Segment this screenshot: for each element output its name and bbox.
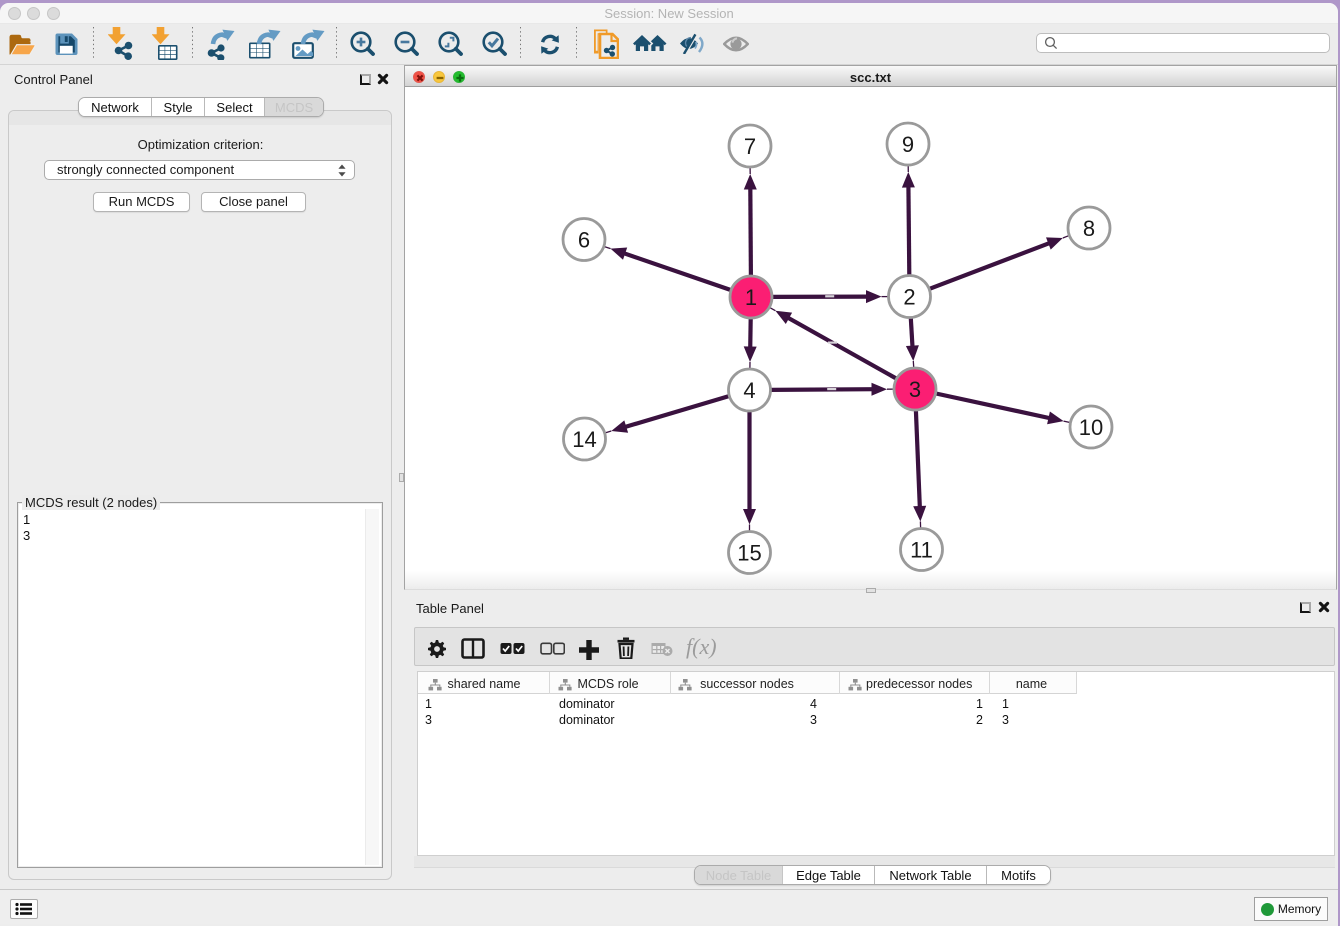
svg-text:4: 4 [743, 378, 755, 403]
svg-text:6: 6 [578, 228, 590, 253]
svg-text:15: 15 [737, 541, 761, 566]
svg-text:2: 2 [903, 285, 915, 310]
svg-text:7: 7 [744, 134, 756, 159]
svg-text:1: 1 [745, 285, 757, 310]
svg-text:11: 11 [910, 538, 933, 563]
svg-text:3: 3 [909, 377, 921, 402]
svg-text:10: 10 [1079, 415, 1103, 440]
svg-text:9: 9 [902, 132, 914, 157]
svg-text:14: 14 [572, 427, 596, 452]
svg-text:8: 8 [1083, 216, 1095, 241]
